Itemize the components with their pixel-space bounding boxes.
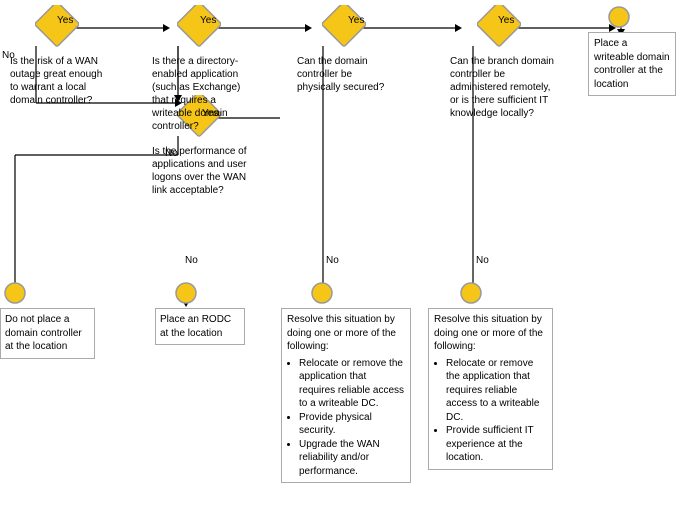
label-yes-d5: Yes [498, 15, 514, 26]
label-no-d3-sub: No [185, 255, 198, 266]
outcome-resolve-it: Resolve this situation by doing one or m… [428, 308, 553, 470]
diamond3-text: Is there a directory-enabled application… [152, 55, 252, 133]
terminal-4 [460, 282, 482, 304]
diamond5-text: Can the branch domain controller be admi… [450, 55, 560, 120]
label-yes-d3: Yes [200, 15, 216, 26]
flowchart-container: Is the risk of a WAN outage great enough… [0, 0, 681, 513]
terminal-3 [311, 282, 333, 304]
label-yes-d4: Yes [348, 15, 364, 26]
terminal-2 [175, 282, 197, 304]
outcome-rodc: Place an RODC at the location [155, 308, 245, 345]
diamond1-text: Is the risk of a WAN outage great enough… [10, 55, 110, 107]
label-yes-d1: Yes [57, 15, 73, 26]
label-no-d5: No [476, 255, 489, 266]
label-yes-d2: Yes [202, 108, 218, 119]
outcome-no-controller: Do not place a domain controller at the … [0, 308, 95, 359]
label-no-d2: No [165, 148, 178, 159]
label-no-d1: No [2, 50, 15, 61]
diamond4-text: Can the domain controller be physically … [297, 55, 387, 94]
outcome-resolve-physical: Resolve this situation by doing one or m… [281, 308, 411, 483]
terminal-5 [608, 6, 630, 28]
label-no-d4: No [326, 255, 339, 266]
outcome-writeable-dc: Place a writeable domain controller at t… [588, 32, 676, 96]
terminal-1 [4, 282, 26, 304]
